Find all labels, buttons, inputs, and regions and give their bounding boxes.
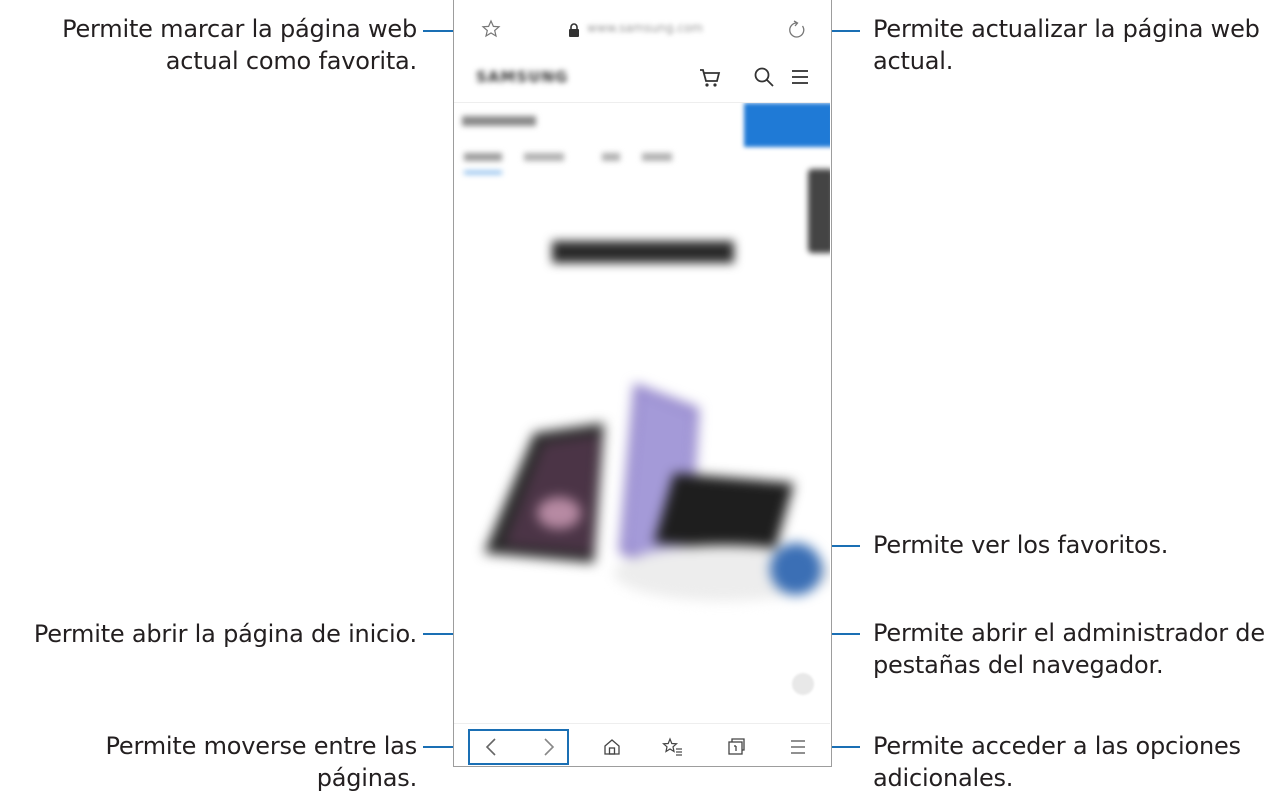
more-options-icon[interactable] [786, 735, 810, 759]
callout-line: Permite moverse entre las páginas. [105, 732, 418, 792]
bottom-toolbar [454, 723, 830, 768]
cart-icon[interactable] [697, 65, 723, 91]
web-content [454, 103, 830, 723]
home-icon[interactable] [600, 735, 624, 759]
callout-bookmarks: Permite ver los favoritos. [873, 529, 1168, 561]
content-tab-strip [464, 153, 502, 161]
forward-icon[interactable] [538, 735, 560, 759]
site-header: SAMSUNG [454, 56, 830, 103]
callout-line: Permite abrir la página de inicio. [33, 620, 417, 648]
callout-tabs: Permite abrir el administrador de pestañ… [873, 617, 1265, 681]
url-text[interactable]: www.samsung.com [587, 21, 703, 35]
menu-icon[interactable] [788, 65, 812, 89]
callout-home: Permite abrir la página de inicio. [34, 618, 417, 650]
callout-line-2: adicionales. [873, 764, 1014, 792]
callout-bookmark-add: Permite marcar la página web actual como… [62, 13, 417, 77]
callout-line-1: Permite actualizar la página web [873, 15, 1260, 43]
content-tab-underline [464, 171, 502, 174]
lock-icon [567, 22, 581, 38]
content-tab-strip [602, 153, 620, 161]
site-logo[interactable]: SAMSUNG [476, 68, 568, 86]
address-bar: www.samsung.com [454, 0, 830, 56]
callout-line-1: Permite acceder a las opciones [873, 732, 1241, 760]
content-side-widget [808, 169, 830, 253]
callout-line-1: Permite abrir el administrador de [873, 619, 1265, 647]
browser-window: www.samsung.com SAMSUNG [453, 0, 832, 767]
bookmarks-icon[interactable] [661, 735, 685, 759]
scroll-top-button[interactable] [792, 673, 814, 695]
star-outline-icon[interactable] [480, 18, 502, 40]
callout-line-2: actual. [873, 47, 954, 75]
content-tab-strip [642, 153, 672, 161]
callout-line-2: actual como favorita. [165, 47, 417, 75]
refresh-icon[interactable] [786, 19, 808, 41]
content-heading [552, 241, 734, 263]
search-icon[interactable] [752, 65, 776, 89]
content-tab-strip [524, 153, 564, 161]
callout-navigate: Permite moverse entre las páginas. [0, 730, 418, 794]
callout-options: Permite acceder a las opciones adicional… [873, 730, 1241, 794]
callout-line-1: Permite marcar la página web [62, 15, 417, 43]
callout-line-2: pestañas del navegador. [873, 651, 1164, 679]
back-icon[interactable] [480, 735, 502, 759]
callout-refresh: Permite actualizar la página web actual. [873, 13, 1260, 77]
content-subnav-title [462, 116, 536, 126]
content-blue-banner [744, 103, 830, 147]
callout-line: Permite ver los favoritos. [873, 531, 1169, 559]
product-image [484, 383, 830, 601]
tabs-icon[interactable] [724, 735, 748, 759]
